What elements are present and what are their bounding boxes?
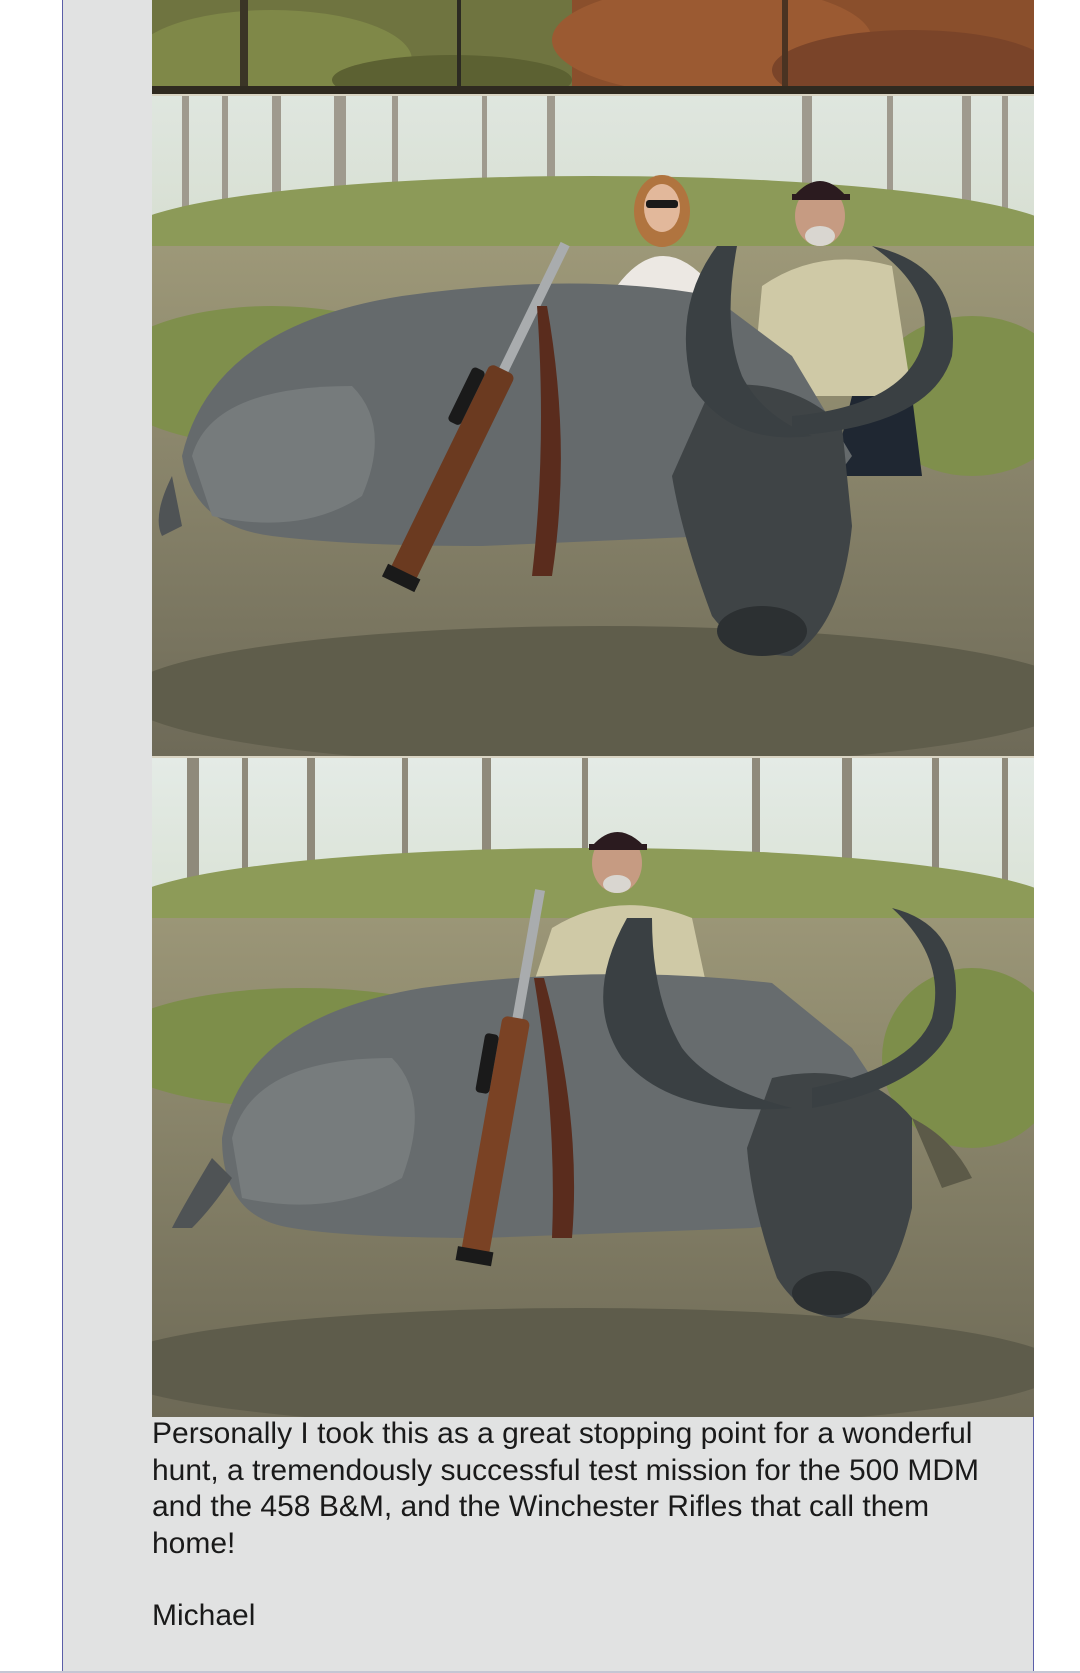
post-signature: Michael — [152, 1599, 256, 1632]
post-paragraph: Personally I took this as a great stoppi… — [152, 1417, 980, 1560]
post-body: Personally I took this as a great stoppi… — [152, 1416, 1012, 1635]
photo-buffalo-two-hunters[interactable] — [152, 94, 1034, 756]
photo-top-crop[interactable] — [152, 0, 1034, 94]
photo-buffalo-one-hunter[interactable] — [152, 756, 1034, 1417]
